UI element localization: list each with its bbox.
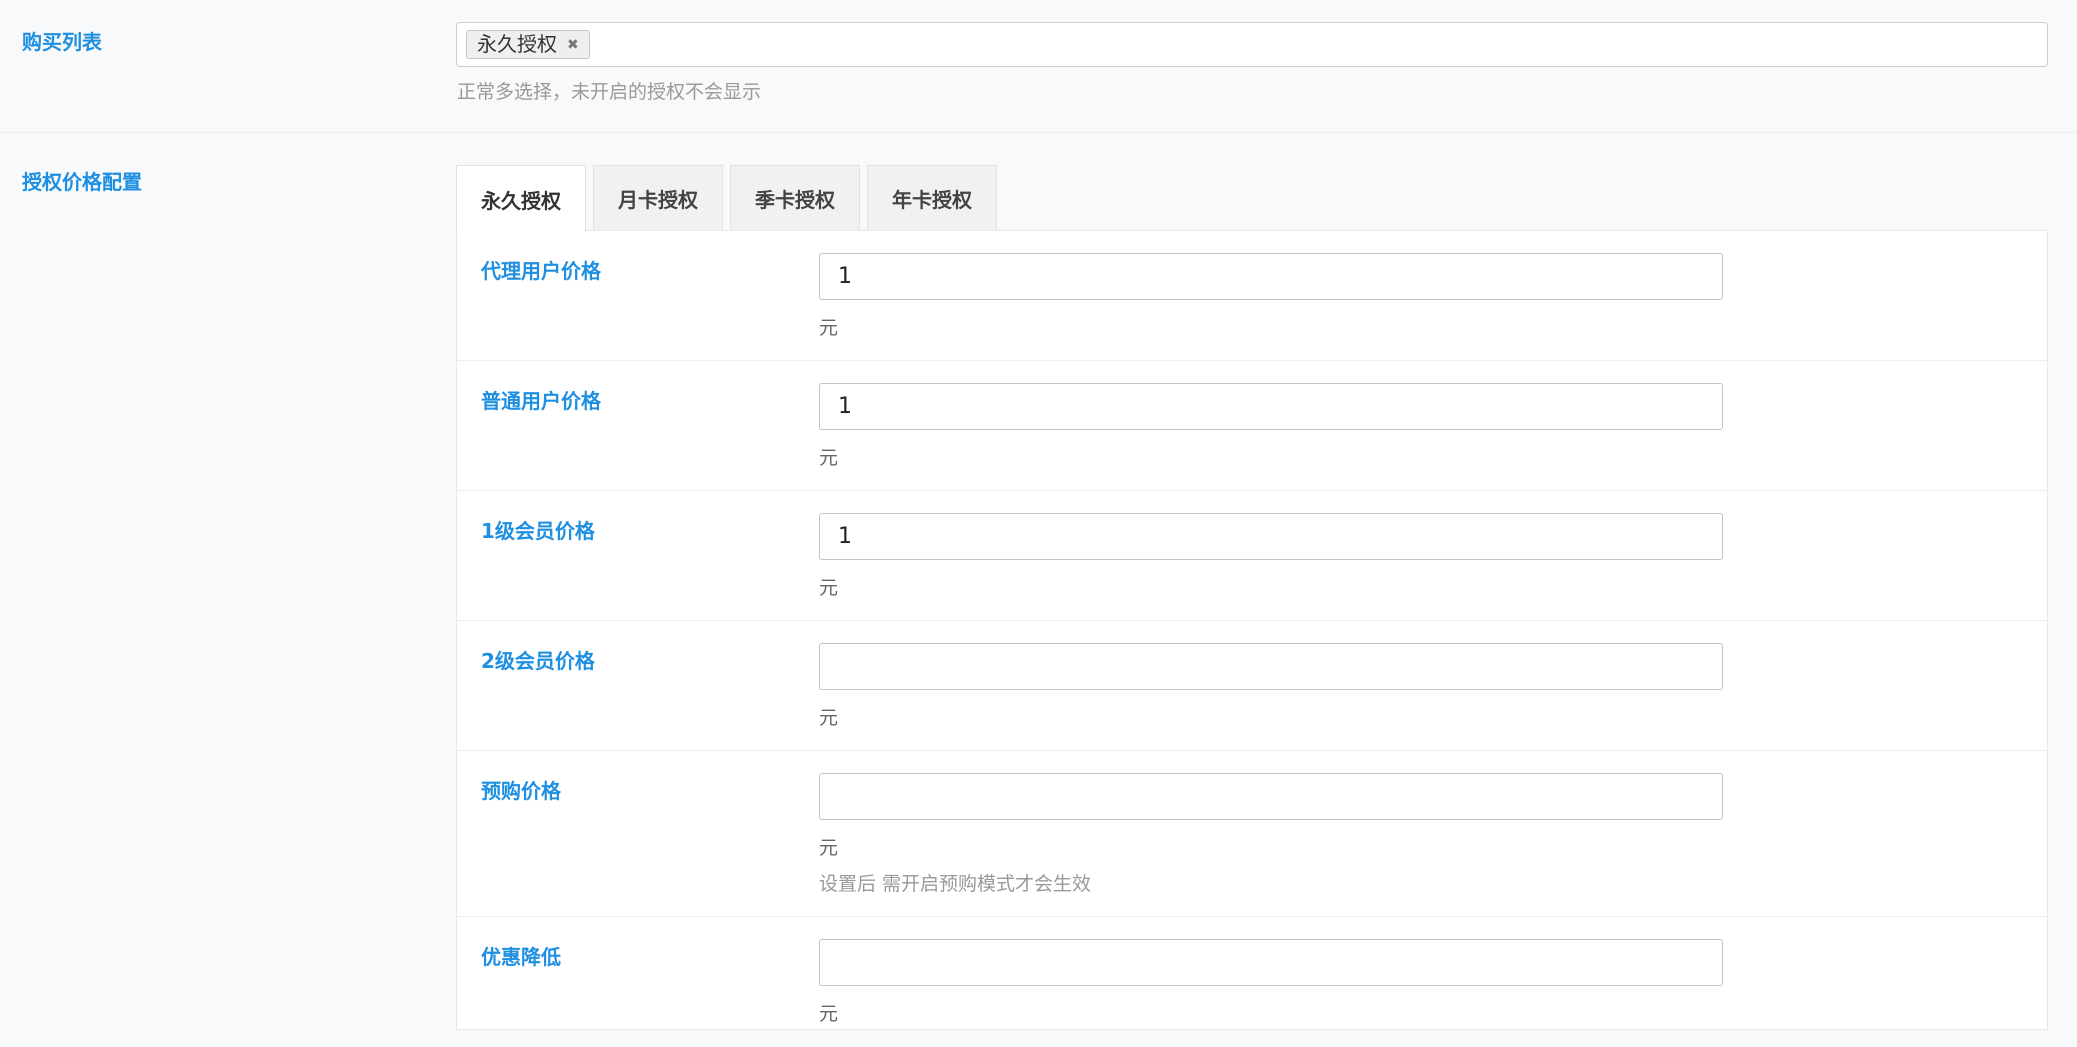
selected-tag-label: 永久授权 xyxy=(477,32,557,56)
presale-price-input[interactable] xyxy=(819,773,1723,820)
field-row-agent-price: 代理用户价格 元 xyxy=(457,231,2047,361)
field-row-presale-price: 预购价格 元 设置后 需开启预购模式才会生效 xyxy=(457,751,2047,917)
field-unit: 元 xyxy=(819,317,839,339)
field-unit: 元 xyxy=(819,447,839,469)
tab-monthly-license[interactable]: 月卡授权 xyxy=(593,165,723,231)
license-tabs: 永久授权 月卡授权 季卡授权 年卡授权 xyxy=(456,165,997,232)
purchase-list-hint: 正常多选择，未开启的授权不会显示 xyxy=(457,81,762,103)
field-row-normal-price: 普通用户价格 元 xyxy=(457,361,2047,491)
field-row-discount: 优惠降低 元 xyxy=(457,917,2047,1047)
field-unit: 元 xyxy=(819,577,839,599)
pricing-panel: 代理用户价格 元 普通用户价格 元 1级会员价格 元 2级会员价格 元 预购价格… xyxy=(456,230,2048,1030)
field-label: 优惠降低 xyxy=(481,945,561,969)
agent-price-input[interactable] xyxy=(819,253,1723,300)
level1-member-price-input[interactable] xyxy=(819,513,1723,560)
field-label: 1级会员价格 xyxy=(481,519,595,543)
purchase-list-select[interactable]: 永久授权 ✖ xyxy=(456,22,2048,67)
level2-member-price-input[interactable] xyxy=(819,643,1723,690)
selected-tag: 永久授权 ✖ xyxy=(466,30,590,59)
tab-quarterly-license[interactable]: 季卡授权 xyxy=(730,165,860,231)
field-label: 2级会员价格 xyxy=(481,649,595,673)
field-label: 预购价格 xyxy=(481,779,561,803)
field-unit: 元 xyxy=(819,707,839,729)
remove-tag-icon[interactable]: ✖ xyxy=(567,38,579,52)
field-row-level2-price: 2级会员价格 元 xyxy=(457,621,2047,751)
presale-note: 设置后 需开启预购模式才会生效 xyxy=(819,873,1092,895)
purchase-list-label: 购买列表 xyxy=(22,30,102,54)
normal-user-price-input[interactable] xyxy=(819,383,1723,430)
field-label: 代理用户价格 xyxy=(481,259,601,283)
field-unit: 元 xyxy=(819,1003,839,1025)
pricing-config-label: 授权价格配置 xyxy=(22,170,142,194)
field-row-level1-price: 1级会员价格 元 xyxy=(457,491,2047,621)
purchase-list-row: 购买列表 永久授权 ✖ 正常多选择，未开启的授权不会显示 xyxy=(0,0,2077,133)
discount-input[interactable] xyxy=(819,939,1723,986)
field-unit: 元 xyxy=(819,837,839,859)
tab-permanent-license[interactable]: 永久授权 xyxy=(456,165,586,232)
tab-yearly-license[interactable]: 年卡授权 xyxy=(867,165,997,231)
field-label: 普通用户价格 xyxy=(481,389,601,413)
